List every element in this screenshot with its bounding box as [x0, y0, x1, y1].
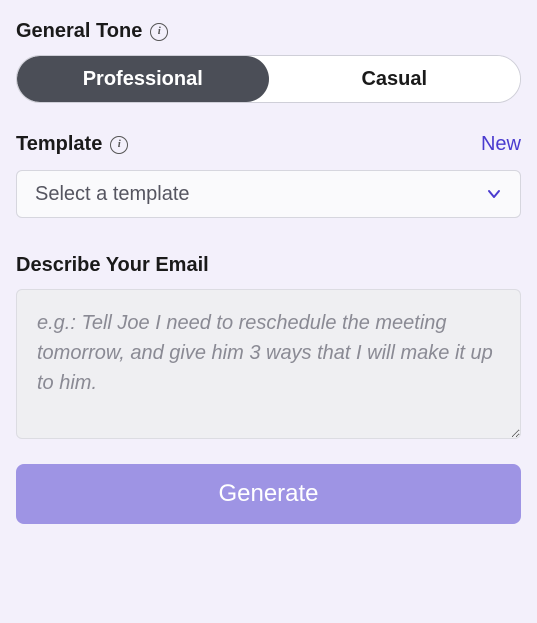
- describe-textarea[interactable]: [16, 289, 521, 439]
- describe-label: Describe Your Email: [16, 254, 521, 277]
- info-icon[interactable]: i: [150, 23, 168, 41]
- tone-option-casual[interactable]: Casual: [269, 56, 521, 102]
- tone-segmented-control: Professional Casual: [16, 55, 521, 103]
- new-template-link[interactable]: New: [481, 133, 521, 156]
- template-label-row: Template i New: [16, 133, 521, 156]
- tone-option-professional[interactable]: Professional: [17, 56, 269, 102]
- generate-button[interactable]: Generate: [16, 464, 521, 524]
- template-label-text: Template: [16, 133, 102, 156]
- general-tone-text: General Tone: [16, 20, 142, 43]
- template-select[interactable]: Select a template: [16, 170, 521, 218]
- template-label: Template i: [16, 133, 128, 156]
- info-icon[interactable]: i: [110, 136, 128, 154]
- general-tone-label: General Tone i: [16, 20, 521, 43]
- chevron-down-icon: [486, 186, 502, 202]
- template-select-placeholder: Select a template: [35, 183, 190, 206]
- describe-label-text: Describe Your Email: [16, 254, 209, 277]
